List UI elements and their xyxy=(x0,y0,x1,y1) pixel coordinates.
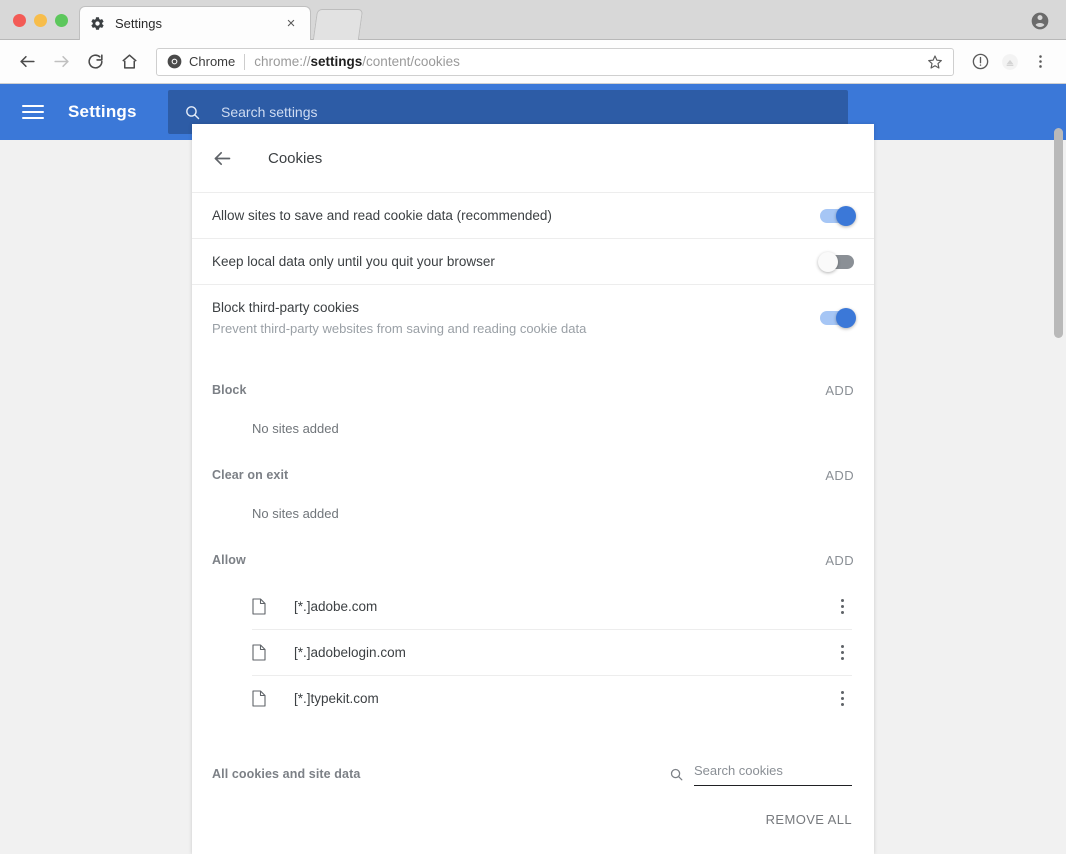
setting-row-allow-cookies[interactable]: Allow sites to save and read cookie data… xyxy=(192,192,874,238)
toggle-knob xyxy=(836,205,856,226)
toggle-allow-cookies[interactable] xyxy=(820,205,856,226)
page-title: Settings xyxy=(68,102,137,121)
new-tab-button[interactable] xyxy=(312,9,364,40)
allowed-sites-list: [*.]adobe.com [*.]adobelogin.com [*.]typ… xyxy=(192,583,874,721)
setting-secondary-label: Prevent third-party websites from saving… xyxy=(212,321,587,336)
add-button-allow[interactable]: ADD xyxy=(825,553,854,568)
page-file-icon xyxy=(252,597,268,615)
search-settings-placeholder: Search settings xyxy=(221,104,318,120)
title-bar: Settings × xyxy=(0,0,1066,40)
list-item[interactable]: [*.]adobelogin.com xyxy=(252,629,852,675)
omnibox-divider xyxy=(244,53,246,70)
section-title: Clear on exit xyxy=(212,468,289,482)
setting-labels: Block third-party cookies Prevent third-… xyxy=(212,285,586,351)
browser-tab-settings[interactable]: Settings × xyxy=(79,6,311,40)
three-dot-menu-icon[interactable] xyxy=(832,691,852,706)
browser-window: Settings × Chrome chrome://settings/cont… xyxy=(0,0,1066,854)
gear-icon xyxy=(90,16,105,31)
extension-icon[interactable] xyxy=(996,48,1024,76)
section-header-clear-on-exit: Clear on exit ADD xyxy=(192,458,874,492)
url-bold: settings xyxy=(310,54,363,69)
setting-row-block-third-party[interactable]: Block third-party cookies Prevent third-… xyxy=(192,284,874,351)
add-button-block[interactable]: ADD xyxy=(825,383,854,398)
add-button-clear-on-exit[interactable]: ADD xyxy=(825,468,854,483)
section-title: Block xyxy=(212,383,247,397)
search-icon xyxy=(184,104,201,121)
section-title: Allow xyxy=(212,553,246,567)
star-icon[interactable] xyxy=(927,54,943,70)
url-suffix: /content/cookies xyxy=(362,54,460,69)
search-icon xyxy=(669,767,684,786)
hamburger-menu-icon[interactable] xyxy=(22,105,44,119)
home-icon[interactable] xyxy=(114,47,144,77)
forward-arrow-icon xyxy=(46,47,76,77)
three-dot-menu-icon[interactable] xyxy=(832,645,852,660)
setting-row-keep-local-data[interactable]: Keep local data only until you quit your… xyxy=(192,238,874,284)
three-dot-menu-icon[interactable] xyxy=(1026,48,1054,76)
back-arrow-icon[interactable] xyxy=(212,146,236,170)
reload-icon[interactable] xyxy=(80,47,110,77)
url-text: chrome://settings/content/cookies xyxy=(254,54,460,69)
search-cookies-placeholder: Search cookies xyxy=(694,763,783,778)
back-arrow-icon[interactable] xyxy=(12,47,42,77)
toggle-knob xyxy=(818,251,838,272)
search-cookies-input[interactable]: Search cookies xyxy=(694,762,852,786)
tab-title: Settings xyxy=(115,16,162,31)
site-name: [*.]typekit.com xyxy=(294,691,379,706)
close-window-button[interactable] xyxy=(13,14,26,27)
list-item[interactable]: [*.]adobe.com xyxy=(252,583,852,629)
address-bar[interactable]: Chrome chrome://settings/content/cookies xyxy=(156,47,954,76)
three-dot-menu-icon[interactable] xyxy=(832,598,852,614)
page-file-icon xyxy=(252,690,268,707)
traffic-lights xyxy=(13,14,68,27)
toggle-block-third-party[interactable] xyxy=(820,308,856,328)
card-header: Cookies xyxy=(192,124,874,192)
page-scrollbar[interactable] xyxy=(1054,126,1063,852)
setting-labels: Allow sites to save and read cookie data… xyxy=(212,193,552,238)
empty-message-block: No sites added xyxy=(252,421,339,436)
remove-all-row: REMOVE ALL xyxy=(192,812,874,827)
chrome-logo-icon xyxy=(167,54,182,69)
site-name: [*.]adobelogin.com xyxy=(294,645,406,660)
cookies-title: Cookies xyxy=(268,149,323,167)
scrollbar-thumb[interactable] xyxy=(1054,128,1063,338)
account-avatar-icon[interactable] xyxy=(1030,11,1050,36)
all-cookies-section: All cookies and site data Search cookies xyxy=(192,759,874,789)
toggle-knob xyxy=(836,308,856,328)
security-label: Chrome xyxy=(189,54,236,69)
setting-primary-label: Allow sites to save and read cookie data… xyxy=(212,208,552,223)
url-prefix: chrome:// xyxy=(254,54,311,69)
remove-all-button[interactable]: REMOVE ALL xyxy=(766,812,852,827)
close-icon[interactable]: × xyxy=(282,15,300,33)
section-header-block: Block ADD xyxy=(192,373,874,407)
minimize-window-button[interactable] xyxy=(34,14,47,27)
page-file-icon xyxy=(252,644,268,661)
setting-primary-label: Block third-party cookies xyxy=(212,300,360,315)
browser-toolbar: Chrome chrome://settings/content/cookies xyxy=(0,40,1066,84)
info-circle-icon[interactable] xyxy=(966,48,994,76)
section-header-allow: Allow ADD xyxy=(192,543,874,577)
empty-message-clear-on-exit: No sites added xyxy=(252,506,339,521)
setting-primary-label: Keep local data only until you quit your… xyxy=(212,254,495,269)
toggle-keep-local-data[interactable] xyxy=(818,251,854,272)
search-cookies-group[interactable]: Search cookies xyxy=(669,762,852,786)
setting-labels: Keep local data only until you quit your… xyxy=(212,239,495,284)
list-item[interactable]: [*.]typekit.com xyxy=(252,675,852,721)
all-cookies-title: All cookies and site data xyxy=(212,767,361,781)
zoom-window-button[interactable] xyxy=(55,14,68,27)
site-name: [*.]adobe.com xyxy=(294,598,378,614)
cookies-settings-card: Cookies Allow sites to save and read coo… xyxy=(192,124,874,854)
